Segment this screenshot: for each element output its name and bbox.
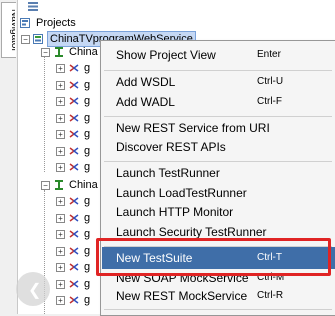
collapse-toggle-icon[interactable]: − (41, 181, 50, 190)
interface-icon (55, 180, 63, 190)
collapse-toggle-icon[interactable]: − (41, 48, 50, 57)
operation-label: g (84, 228, 91, 240)
collapse-all-icon[interactable] (28, 2, 38, 11)
operation-icon (69, 163, 79, 171)
operation-label: g (84, 161, 91, 173)
expand-toggle-icon[interactable]: + (56, 163, 65, 172)
operation-label: g (84, 144, 91, 157)
menu-item-add-wadl[interactable]: Add WADL Ctrl-F (102, 91, 335, 113)
navigator-tab-label: Navigator (3, 7, 15, 57)
menu-separator (104, 309, 332, 310)
interface-label: China (69, 179, 98, 191)
tree-row-projects[interactable]: Projects (20, 15, 140, 31)
navigator-toolbar (18, 0, 335, 14)
navigator-tab[interactable]: Navigator (1, 2, 16, 58)
back-overlay-button[interactable]: ❮ (16, 272, 50, 306)
menu-item-discover-rest-apis[interactable]: Discover REST APIs (102, 136, 335, 158)
operation-icon (69, 279, 79, 288)
menu-item-new-rest-mockservice[interactable]: New REST MockService Ctrl-R (102, 285, 335, 307)
expand-toggle-icon[interactable]: + (56, 64, 65, 73)
operation-icon (69, 64, 79, 72)
chevron-left-icon: ❮ (28, 282, 42, 299)
operation-icon (69, 246, 79, 255)
expand-toggle-icon[interactable]: + (56, 113, 65, 123)
operation-label: g (84, 195, 91, 207)
operation-icon (69, 130, 79, 138)
operation-label: g (84, 95, 91, 107)
expand-toggle-icon[interactable]: + (56, 279, 65, 289)
expand-toggle-icon[interactable]: + (56, 246, 65, 256)
operation-icon (69, 113, 79, 122)
operation-label: g (84, 244, 91, 257)
expand-toggle-icon[interactable]: + (56, 230, 65, 239)
expand-toggle-icon[interactable]: + (56, 80, 65, 90)
expand-toggle-icon[interactable]: + (56, 130, 65, 139)
svg-text:Navigator: Navigator (9, 9, 15, 52)
expand-toggle-icon[interactable]: + (56, 197, 65, 206)
navigator-panel-tab-strip: Navigator (0, 0, 18, 314)
annotation-highlight-box (96, 238, 331, 276)
expand-toggle-icon[interactable]: + (56, 97, 65, 106)
expand-toggle-icon[interactable]: + (56, 213, 65, 223)
expand-toggle-icon[interactable]: + (56, 263, 65, 272)
menu-item-launch-testrunner[interactable]: Launch TestRunner (102, 162, 335, 184)
operation-label: g (84, 211, 91, 224)
operation-icon (69, 197, 79, 205)
project-icon (33, 34, 43, 44)
expand-toggle-icon[interactable]: + (56, 296, 65, 305)
operation-icon (69, 97, 79, 105)
operation-label: g (84, 294, 91, 306)
operation-icon (69, 296, 79, 304)
operation-label: g (84, 62, 91, 74)
tree-root-label: Projects (36, 17, 76, 29)
collapse-toggle-icon[interactable]: − (21, 35, 30, 44)
operation-label: g (84, 277, 91, 290)
menu-item-launch-http-monitor[interactable]: Launch HTTP Monitor (102, 201, 335, 223)
menu-item-show-project-view[interactable]: Show Project View Enter (102, 44, 335, 66)
operation-label: g (84, 111, 91, 124)
menu-item-add-wsdl[interactable]: Add WSDL Ctrl-U (102, 71, 335, 93)
operation-label: g (84, 128, 91, 140)
expand-toggle-icon[interactable]: + (56, 146, 65, 156)
tree-guide-line (44, 57, 45, 172)
projects-folder-icon (20, 18, 30, 28)
interface-icon (55, 47, 63, 57)
interface-label: China (69, 46, 98, 58)
operation-label: g (84, 78, 91, 91)
operation-icon (69, 146, 79, 155)
operation-icon (69, 230, 79, 238)
operation-icon (69, 263, 79, 271)
operation-icon (69, 80, 79, 89)
operation-label: g (84, 261, 91, 273)
operation-icon (69, 213, 79, 222)
